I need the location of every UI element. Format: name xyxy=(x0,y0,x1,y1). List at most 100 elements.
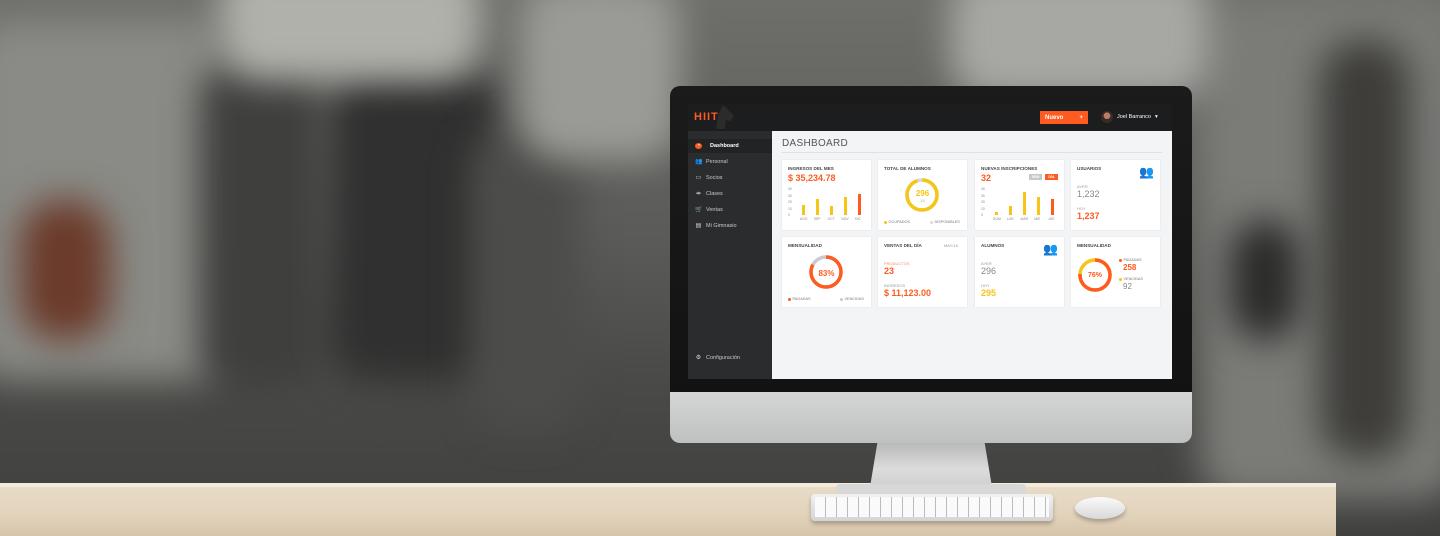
sidebar-item-label: Mi Gimnasio xyxy=(706,223,737,229)
new-button[interactable]: Nuevo + xyxy=(1040,111,1088,124)
title-divider xyxy=(782,152,1162,153)
x-tick-label: MIE xyxy=(1034,217,1041,221)
y-tick-label: 40 xyxy=(981,187,985,191)
chart-bar xyxy=(857,193,861,215)
sidebar-item-label: Socios xyxy=(706,175,723,181)
x-tick-label: AGO xyxy=(799,217,808,221)
x-tick-label: OCT xyxy=(827,217,835,221)
top-bar: HIIT Nuevo + Joel Barranco ▾ xyxy=(688,104,1172,131)
sidebar: ◔ Dashboard 👥 Personal ▭ Socios ⇹ Clases… xyxy=(688,131,772,379)
card-ingresos[interactable]: INGRESOS DEL MES $ 35,234.78 40 30 20 10 0 AG… xyxy=(782,160,871,230)
card-title: VENTAS DEL DÍA xyxy=(884,243,922,248)
monitor-chin xyxy=(670,392,1192,443)
card-title: TOTAL DE ALUMNOS xyxy=(884,166,931,171)
y-tick-label: 20 xyxy=(788,200,792,204)
pagadas-value: 258 xyxy=(1123,263,1137,272)
y-tick-label: 20 xyxy=(981,200,985,204)
sidebar-item-label: Personal xyxy=(706,159,728,165)
legend-ocupados: OCUPADOS xyxy=(884,220,910,224)
x-tick-label: DIC xyxy=(855,217,861,221)
sidebar-item-dashboard[interactable]: ◔ Dashboard xyxy=(688,139,772,153)
ingresos-value: $ 35,234.78 xyxy=(788,173,836,183)
chart-bar xyxy=(1009,205,1013,215)
sidebar-item-configuracion[interactable]: ⚙ Configuración xyxy=(688,351,772,365)
x-tick-label: NOV xyxy=(841,217,849,221)
card-ventas-del-dia[interactable]: VENTAS DEL DÍA MAY/16 PRODUCTOS 23 INGRE… xyxy=(878,237,967,307)
sidebar-item-label: Configuración xyxy=(706,355,740,361)
hoy-value: 1,237 xyxy=(1077,211,1100,221)
card-mensualidad-1[interactable]: MENSUALIDAD 83% PAGADAS VENCIDAS xyxy=(782,237,871,307)
dumbbell-icon: ⇹ xyxy=(695,191,702,197)
app-logo[interactable]: HIIT xyxy=(694,111,719,123)
new-button-label: Nuevo xyxy=(1045,114,1064,121)
ingresos-chart: 40 30 20 10 0 AGO SEP OCT NOV DIC xyxy=(788,187,866,222)
chevron-down-icon: ▾ xyxy=(1154,114,1158,120)
card-title: USUARIOS xyxy=(1077,166,1102,171)
chart-bar xyxy=(1036,196,1040,215)
x-tick-label: LUN xyxy=(1006,217,1014,221)
donut-center-value: 76% xyxy=(1087,272,1102,279)
ingresos-dia-value: $ 11,123.00 xyxy=(884,288,932,298)
legend-vencidas: VENCIDAS xyxy=(1119,277,1143,281)
y-tick-label: 40 xyxy=(788,187,792,191)
sidebar-item-personal[interactable]: 👥 Personal xyxy=(688,155,772,169)
productos-value: 23 xyxy=(884,266,895,276)
card-mensualidad-2[interactable]: MENSUALIDAD 76% PAGADAS 258 VENCIDAS 92 xyxy=(1071,237,1160,307)
chart-bar xyxy=(802,205,806,215)
desk-edge xyxy=(0,483,1336,487)
donut-sub-value: 14 xyxy=(920,198,925,203)
sidebar-item-label: Clases xyxy=(706,191,723,197)
sidebar-item-clases[interactable]: ⇹ Clases xyxy=(688,187,772,201)
legend-disponibles: DISPONIBLES xyxy=(930,220,960,224)
sidebar-item-ventas[interactable]: 🛒 Ventas xyxy=(688,203,772,217)
card-title: MENSUALIDAD xyxy=(1077,243,1111,248)
ventas-date: MAY/16 xyxy=(944,243,958,248)
x-tick-label: DOM xyxy=(992,217,1001,221)
chart-bar xyxy=(1050,199,1054,215)
card-total-alumnos[interactable]: TOTAL DE ALUMNOS 296 14 OCUPADOS DISPONI… xyxy=(878,160,967,230)
plus-icon: + xyxy=(1079,114,1083,121)
vencidas-value: 92 xyxy=(1123,282,1132,291)
card-nuevas-inscripciones[interactable]: NUEVAS INSCRIPCIONES 32 SEM DÍA 40 30 20 10… xyxy=(975,160,1064,230)
y-tick-label: 10 xyxy=(981,206,985,211)
mouse xyxy=(1075,497,1125,519)
tab-sem[interactable]: SEM xyxy=(1029,174,1042,180)
tab-dia[interactable]: DÍA xyxy=(1045,174,1058,180)
user-menu[interactable]: Joel Barranco ▾ xyxy=(1101,111,1158,123)
inscripciones-chart: 40 30 20 10 0 DOM LUN MAR MIE JUE xyxy=(981,187,1059,222)
ayer-value: 1,232 xyxy=(1077,189,1100,199)
card-usuarios[interactable]: USUARIOS 👥 AYER 1,232 HOY 1,237 xyxy=(1071,160,1160,230)
x-tick-label: SEP xyxy=(813,217,821,221)
y-tick-label: 0 xyxy=(981,213,983,217)
dashboard-screen: HIIT Nuevo + Joel Barranco ▾ ◔ Dashboard… xyxy=(688,104,1172,379)
sidebar-item-label: Dashboard xyxy=(710,143,739,149)
chart-bar xyxy=(843,197,847,215)
y-tick-label: 30 xyxy=(981,193,985,198)
card-title: NUEVAS INSCRIPCIONES xyxy=(981,166,1038,171)
people-icon: 👥 xyxy=(695,159,703,165)
hoy-value: 295 xyxy=(981,288,997,298)
id-card-icon: ▭ xyxy=(695,175,702,181)
user-name: Joel Barranco xyxy=(1117,114,1151,120)
keyboard xyxy=(811,494,1053,521)
dashboard-icon: ◔ xyxy=(695,143,702,149)
cart-icon: 🛒 xyxy=(695,207,703,213)
card-alumnos[interactable]: ALUMNOS 👥 AYER 296 HOY 295 xyxy=(975,237,1064,307)
donut-center-value: 296 xyxy=(915,189,930,198)
legend-vencidas: VENCIDAS xyxy=(840,297,864,301)
chart-bar xyxy=(816,199,820,215)
monitor-base xyxy=(836,484,1026,494)
main-content: DASHBOARD INGRESOS DEL MES $ 35,234.78 4… xyxy=(772,131,1172,379)
chart-bar xyxy=(1023,191,1026,215)
desk-surface xyxy=(0,483,1336,536)
chart-bar xyxy=(995,211,999,215)
sidebar-item-label: Ventas xyxy=(706,207,723,213)
avatar xyxy=(1101,111,1113,123)
ayer-value: 296 xyxy=(981,266,997,276)
sidebar-item-socios[interactable]: ▭ Socios xyxy=(688,171,772,185)
sidebar-item-mi-gimnasio[interactable]: ▤ Mi Gimnasio xyxy=(688,219,772,233)
donut-center-value: 83% xyxy=(818,269,835,278)
users-icon: 👥 xyxy=(1139,165,1154,179)
card-title: MENSUALIDAD xyxy=(788,243,822,248)
card-title: ALUMNOS xyxy=(981,243,1005,248)
